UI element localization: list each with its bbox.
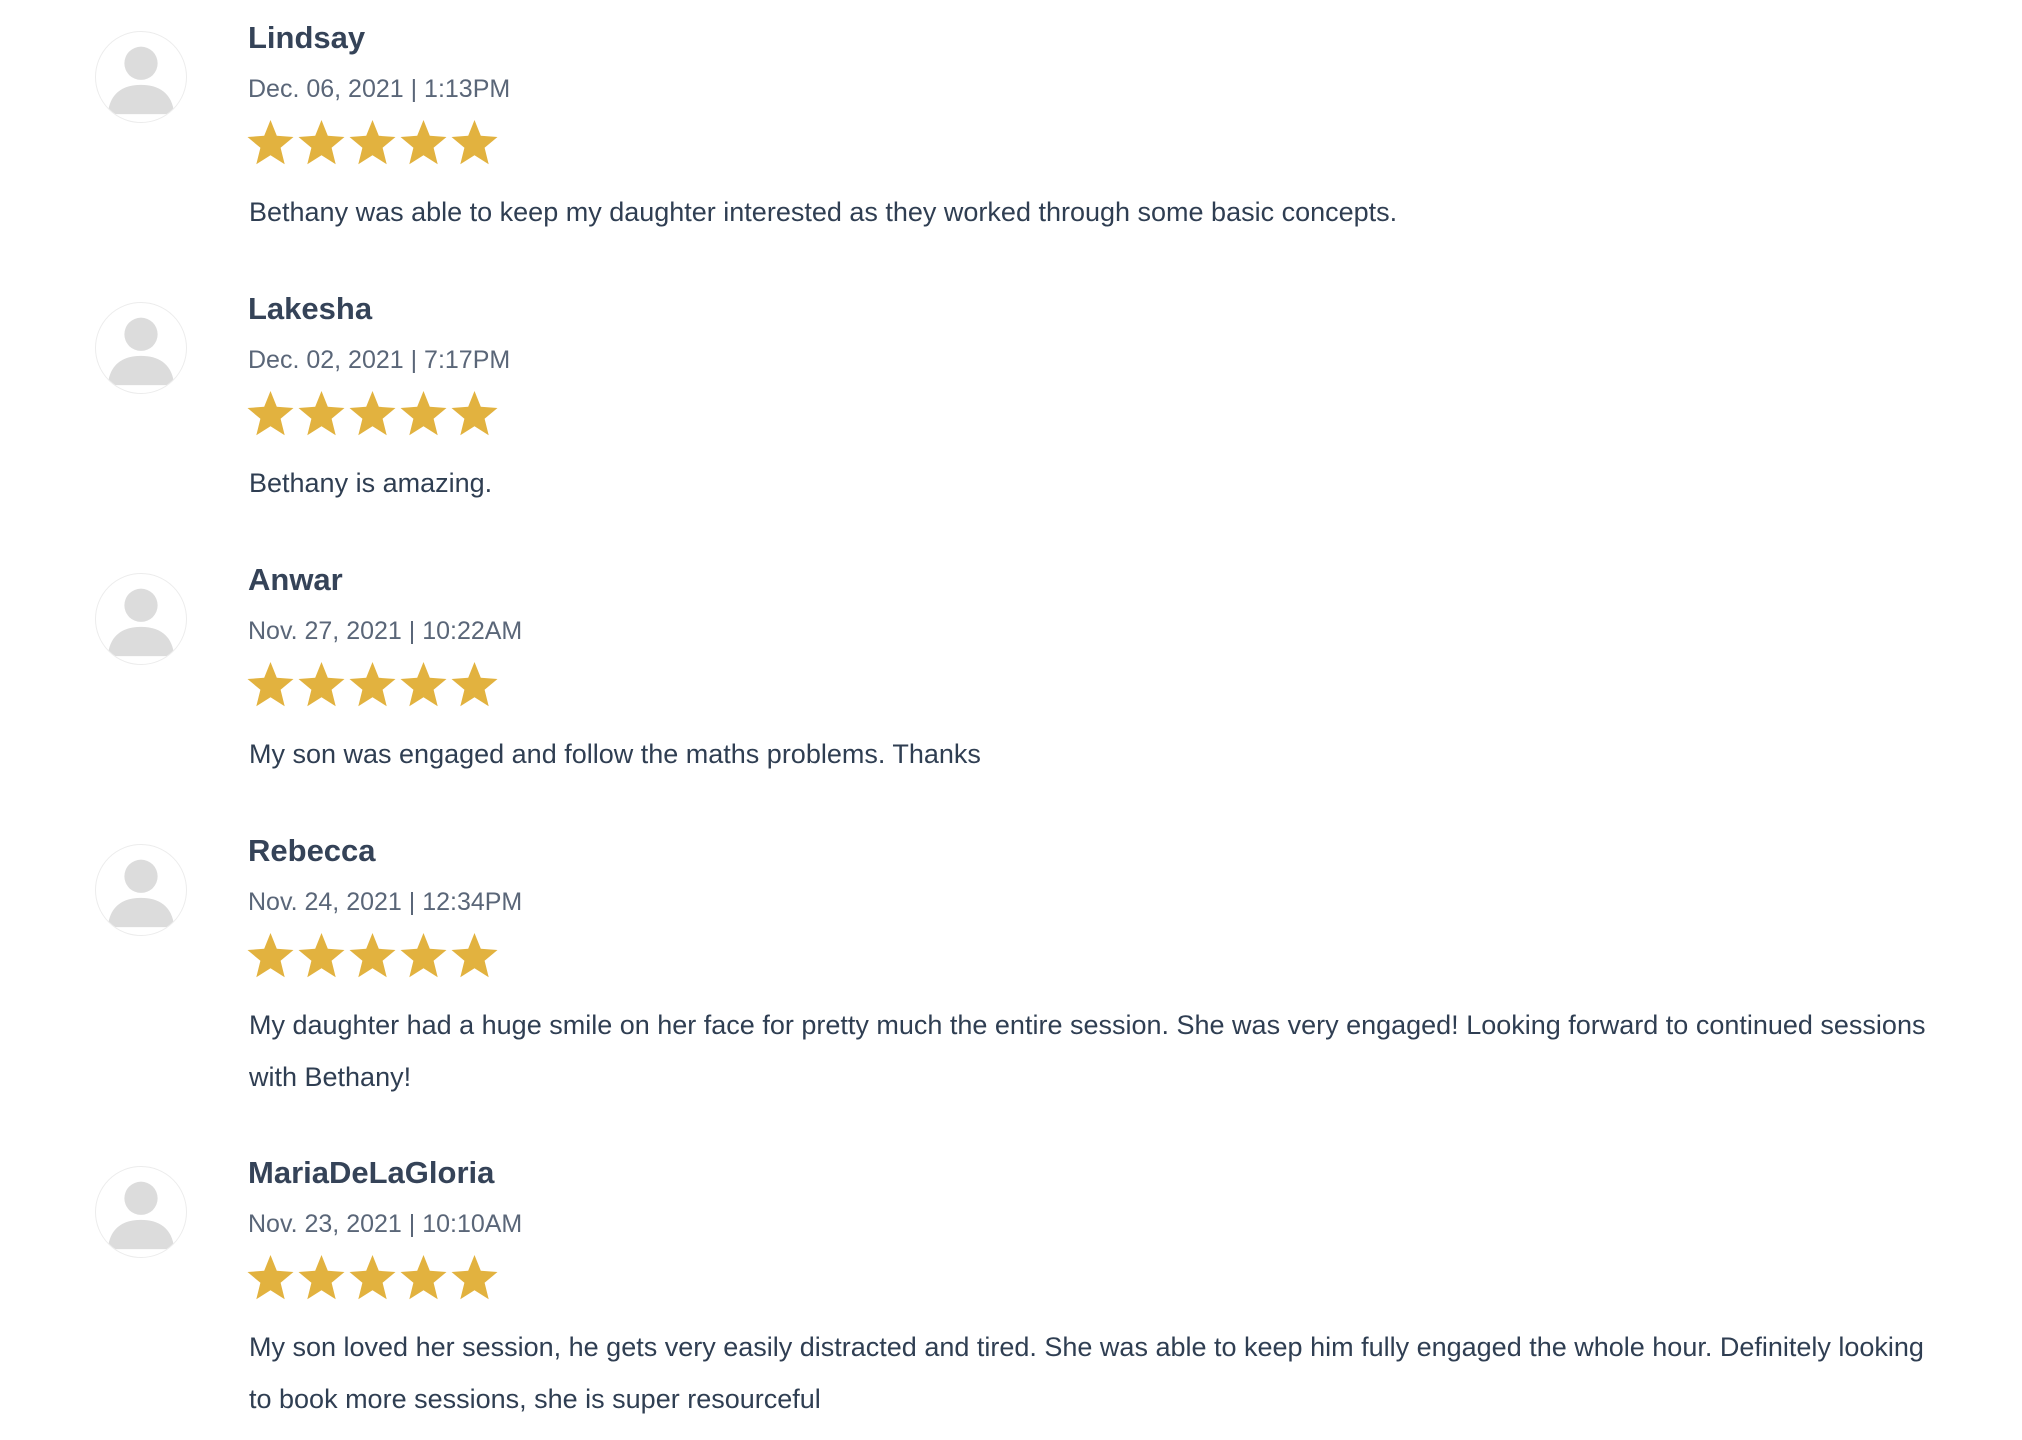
user-silhouette-icon	[107, 1181, 175, 1250]
avatar	[95, 31, 187, 123]
reviewer-name: Anwar	[248, 562, 343, 597]
star-icon	[398, 1253, 449, 1305]
review-date: Dec. 06, 2021 | 1:13PM	[248, 75, 511, 103]
reviewer-name: Lakesha	[248, 291, 373, 326]
reviewer-name: Lindsay	[248, 20, 366, 55]
star-icon	[296, 118, 347, 170]
star-icon	[398, 118, 449, 170]
avatar	[95, 302, 187, 394]
reviews-list: Lindsay Dec. 06, 2021 | 1:13PM Bethany w…	[0, 0, 2022, 1440]
star-rating	[245, 118, 500, 174]
star-icon	[398, 931, 449, 983]
star-icon	[347, 389, 398, 441]
reviewer-name: Rebecca	[248, 833, 376, 868]
review-date: Nov. 24, 2021 | 12:34PM	[248, 888, 523, 916]
star-icon	[347, 660, 398, 712]
star-icon	[398, 660, 449, 712]
review-comment: Bethany is amazing.	[249, 468, 493, 498]
user-silhouette-icon	[107, 588, 175, 657]
star-rating	[245, 931, 500, 987]
star-icon	[245, 931, 296, 983]
star-icon	[449, 389, 500, 441]
reviewer-name: MariaDeLaGloria	[248, 1155, 495, 1190]
star-icon	[347, 118, 398, 170]
star-icon	[449, 660, 500, 712]
star-icon	[347, 1253, 398, 1305]
user-silhouette-icon	[107, 46, 175, 115]
star-icon	[449, 931, 500, 983]
user-silhouette-icon	[107, 859, 175, 928]
star-icon	[296, 1253, 347, 1305]
star-rating	[245, 660, 500, 716]
star-icon	[449, 1253, 500, 1305]
review-date: Nov. 27, 2021 | 10:22AM	[248, 617, 523, 645]
star-icon	[296, 660, 347, 712]
avatar	[95, 1166, 187, 1258]
avatar	[95, 844, 187, 936]
star-rating	[245, 1253, 500, 1309]
avatar	[95, 573, 187, 665]
star-icon	[245, 118, 296, 170]
review-date: Dec. 02, 2021 | 7:17PM	[248, 346, 511, 374]
review-comment: My son was engaged and follow the maths …	[249, 739, 981, 769]
star-icon	[245, 389, 296, 441]
star-icon	[398, 389, 449, 441]
user-silhouette-icon	[107, 317, 175, 386]
star-icon	[245, 1253, 296, 1305]
star-icon	[347, 931, 398, 983]
review-comment: Bethany was able to keep my daughter int…	[249, 197, 1398, 227]
review-comment: My daughter had a huge smile on her face…	[249, 1010, 1926, 1092]
review-comment: My son loved her session, he gets very e…	[249, 1332, 1924, 1414]
star-icon	[296, 931, 347, 983]
star-icon	[296, 389, 347, 441]
star-icon	[245, 660, 296, 712]
star-icon	[449, 118, 500, 170]
star-rating	[245, 389, 500, 445]
review-date: Nov. 23, 2021 | 10:10AM	[248, 1210, 523, 1238]
